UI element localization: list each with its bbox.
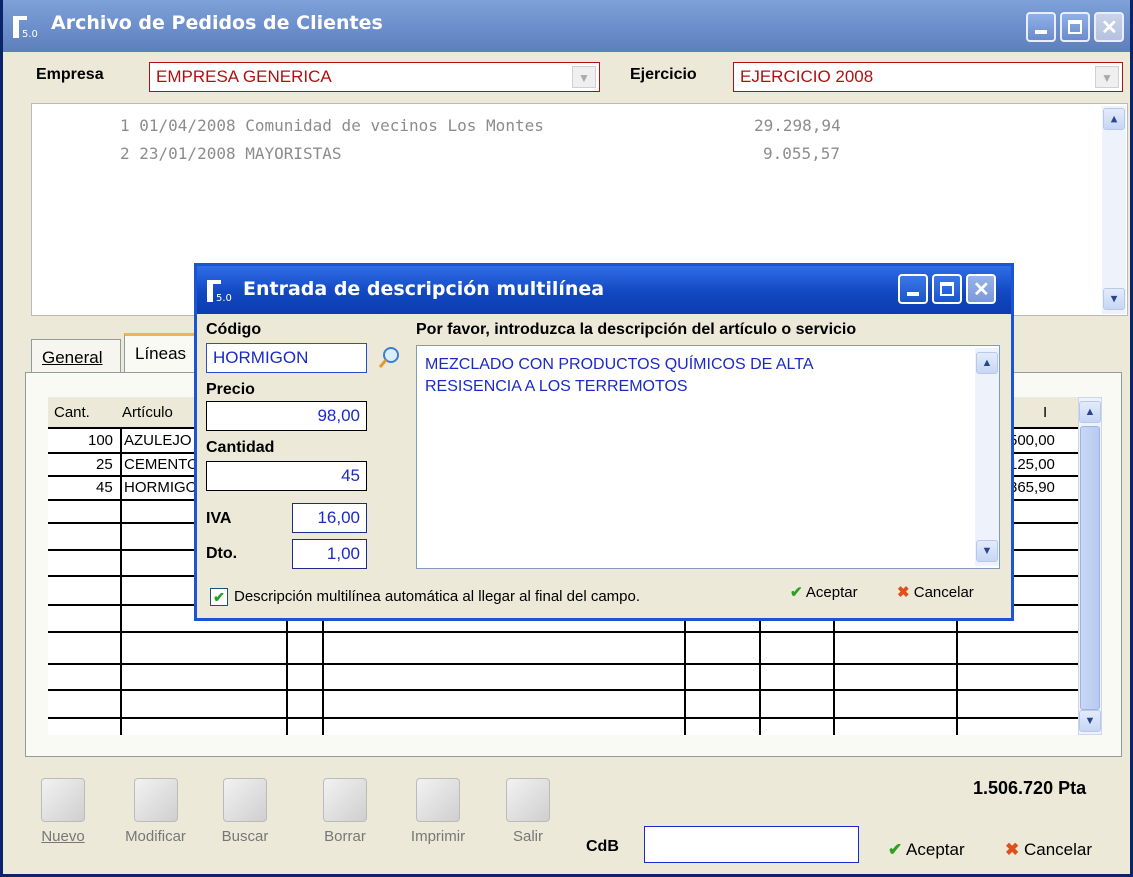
cantidad-input[interactable]: 45 bbox=[206, 461, 367, 491]
dialog-title: Entrada de descripción multilínea bbox=[243, 278, 605, 300]
scrollbar-thumb[interactable] bbox=[1080, 426, 1100, 710]
scroll-down-icon[interactable]: ▼ bbox=[1079, 710, 1101, 732]
dto-input[interactable]: 1,00 bbox=[292, 539, 367, 569]
minimize-icon bbox=[1035, 30, 1047, 34]
chevron-down-icon[interactable]: ▼ bbox=[1095, 66, 1119, 88]
grid-scrollbar[interactable]: ▲ ▼ bbox=[1078, 397, 1102, 735]
search-icon[interactable] bbox=[378, 345, 402, 369]
auto-multiline-checkbox[interactable]: ✔ bbox=[210, 588, 228, 606]
svg-text:5.0: 5.0 bbox=[22, 29, 38, 40]
printer-icon bbox=[416, 778, 460, 822]
description-scrollbar[interactable]: ▲ ▼ bbox=[975, 348, 999, 566]
tab-general[interactable]: General bbox=[31, 339, 121, 373]
cell-articulo[interactable]: HORMIGO bbox=[124, 479, 204, 496]
desc-label: Por favor, introduzca la descripción del… bbox=[416, 321, 857, 338]
order-amount: 9.055,57 bbox=[763, 144, 841, 163]
trash-icon bbox=[323, 778, 367, 822]
cell-total[interactable]: 365,90 bbox=[1009, 479, 1055, 496]
app-logo-icon: 5.0 bbox=[13, 16, 38, 40]
dialog-cancel-button[interactable]: ✖ Cancelar bbox=[897, 583, 974, 601]
ejercicio-label: Ejercicio bbox=[630, 66, 697, 83]
scroll-up-icon[interactable]: ▲ bbox=[1103, 108, 1125, 130]
title-bar: 5.0 Archivo de Pedidos de Clientes ✕ bbox=[3, 0, 1130, 52]
scroll-down-icon[interactable]: ▼ bbox=[1103, 288, 1125, 310]
close-icon: ✕ bbox=[1101, 17, 1118, 39]
maximize-icon bbox=[1068, 20, 1082, 34]
description-textarea[interactable]: MEZCLADO CON PRODUCTOS QUÍMICOS DE ALTA … bbox=[416, 345, 1000, 569]
dto-label: Dto. bbox=[206, 545, 238, 562]
orders-scrollbar[interactable]: ▲ ▼ bbox=[1102, 106, 1126, 314]
chevron-down-icon[interactable]: ▼ bbox=[572, 66, 596, 88]
description-line: RESISENCIA A LOS TERREMOTOS bbox=[425, 378, 688, 395]
minimize-button[interactable] bbox=[1026, 12, 1056, 42]
dialog-maximize-button[interactable] bbox=[932, 274, 962, 304]
order-total: 1.506.720 Pta bbox=[973, 778, 1087, 798]
print-button[interactable]: Imprimir bbox=[398, 778, 478, 845]
order-amount: 29.298,94 bbox=[754, 116, 841, 135]
exit-door-icon bbox=[506, 778, 550, 822]
iva-input[interactable]: 16,00 bbox=[292, 503, 367, 533]
dialog-close-button[interactable]: ✕ bbox=[966, 274, 996, 304]
cell-articulo[interactable]: CEMENTO bbox=[124, 456, 204, 473]
empresa-label: Empresa bbox=[36, 66, 104, 83]
col-importe: I bbox=[1043, 404, 1048, 421]
dialog-accept-button[interactable]: ✔ Aceptar bbox=[790, 583, 858, 601]
cell-total[interactable]: 125,00 bbox=[1009, 456, 1055, 473]
auto-multiline-label: Descripción multilínea automática al lle… bbox=[234, 588, 641, 605]
cross-icon: ✖ bbox=[897, 584, 910, 601]
search-button[interactable]: Buscar bbox=[210, 778, 280, 845]
close-button[interactable]: ✕ bbox=[1094, 12, 1124, 42]
ejercicio-select[interactable]: EJERCICIO 2008 ▼ bbox=[733, 62, 1123, 92]
check-icon: ✔ bbox=[790, 584, 803, 601]
delete-button[interactable]: Borrar bbox=[310, 778, 380, 845]
description-line: MEZCLADO CON PRODUCTOS QUÍMICOS DE ALTA bbox=[425, 356, 814, 373]
scroll-up-icon[interactable]: ▲ bbox=[976, 352, 998, 374]
col-articulo: Artículo bbox=[122, 404, 173, 421]
list-item[interactable]: 2 23/01/2008 MAYORISTAS bbox=[120, 144, 342, 163]
empresa-select[interactable]: EMPRESA GENERICA ▼ bbox=[149, 62, 600, 92]
codigo-input[interactable]: HORMIGON bbox=[206, 343, 367, 373]
precio-input[interactable]: 98,00 bbox=[206, 401, 367, 431]
tab-lineas[interactable]: Líneas bbox=[124, 333, 204, 373]
svg-text:5.0: 5.0 bbox=[216, 293, 232, 304]
cdb-input[interactable] bbox=[644, 826, 859, 863]
maximize-icon bbox=[940, 282, 954, 296]
minimize-icon bbox=[907, 292, 919, 296]
scroll-down-icon[interactable]: ▼ bbox=[976, 540, 998, 562]
cross-icon: ✖ bbox=[1005, 840, 1020, 859]
maximize-button[interactable] bbox=[1060, 12, 1090, 42]
precio-label: Precio bbox=[206, 381, 255, 398]
dialog-minimize-button[interactable] bbox=[898, 274, 928, 304]
close-icon: ✕ bbox=[973, 279, 990, 301]
multiline-description-dialog: 5.0 Entrada de descripción multilínea ✕ … bbox=[194, 263, 1014, 621]
window-title: Archivo de Pedidos de Clientes bbox=[51, 12, 383, 34]
cell-cant[interactable]: 45 bbox=[96, 479, 113, 496]
cell-cant[interactable]: 25 bbox=[96, 456, 113, 473]
exit-button[interactable]: Salir bbox=[498, 778, 558, 845]
ejercicio-value: EJERCICIO 2008 bbox=[740, 67, 874, 86]
empresa-value: EMPRESA GENERICA bbox=[156, 67, 332, 86]
cell-articulo[interactable]: AZULEJO bbox=[124, 432, 204, 449]
new-document-icon bbox=[41, 778, 85, 822]
check-icon: ✔ bbox=[888, 840, 903, 859]
main-accept-button[interactable]: ✔ Aceptar bbox=[888, 840, 965, 860]
new-button[interactable]: Nuevo bbox=[33, 778, 93, 845]
modify-button[interactable]: Modificar bbox=[113, 778, 198, 845]
main-cancel-button[interactable]: ✖ Cancelar bbox=[1005, 840, 1092, 860]
codigo-label: Código bbox=[206, 321, 262, 338]
cell-cant[interactable]: 100 bbox=[88, 432, 113, 449]
list-item[interactable]: 1 01/04/2008 Comunidad de vecinos Los Mo… bbox=[120, 116, 544, 135]
cantidad-label: Cantidad bbox=[206, 439, 275, 456]
app-logo-icon: 5.0 bbox=[207, 280, 232, 304]
iva-label: IVA bbox=[206, 510, 232, 527]
cell-total[interactable]: 500,00 bbox=[1009, 432, 1055, 449]
dialog-title-bar: 5.0 Entrada de descripción multilínea ✕ bbox=[197, 266, 1011, 314]
open-folder-icon bbox=[133, 778, 178, 822]
cdb-label: CdB bbox=[586, 838, 619, 855]
scroll-up-icon[interactable]: ▲ bbox=[1079, 401, 1101, 423]
search-document-icon bbox=[223, 778, 267, 822]
col-cant: Cant. bbox=[54, 404, 90, 421]
